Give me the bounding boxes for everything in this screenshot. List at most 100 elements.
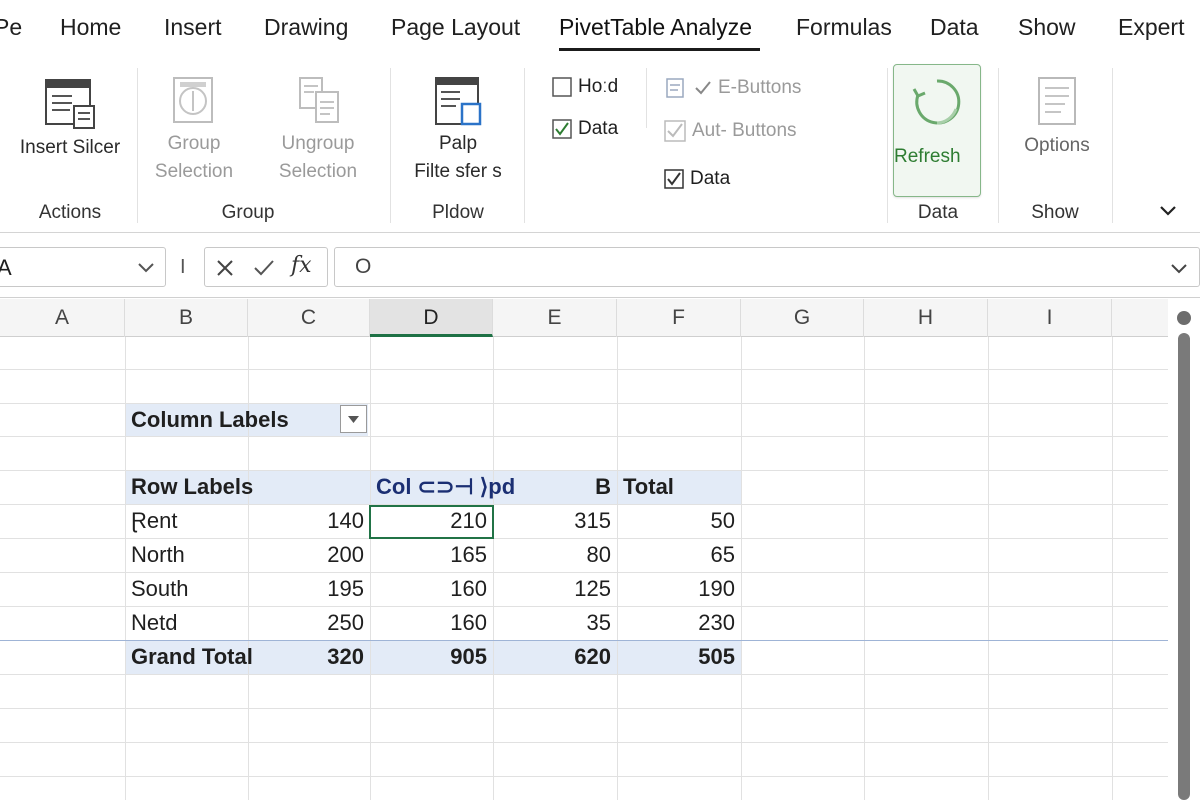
ungroup-selection-button[interactable]: Ungroup Selection xyxy=(266,74,370,186)
data-cell[interactable]: 140 xyxy=(248,504,370,537)
grand-total-cell[interactable]: 505 xyxy=(617,640,741,673)
checkbox-e-buttons[interactable]: E-Buttons xyxy=(664,76,801,100)
data-cell[interactable]: 165 xyxy=(370,538,493,571)
filter-pages-button[interactable]: Palp Filte sfer s xyxy=(400,74,516,186)
column-header-i[interactable]: I xyxy=(988,299,1112,337)
tab-expert[interactable]: Expert xyxy=(1118,14,1184,41)
column-header-c[interactable]: C xyxy=(248,299,370,337)
checkbox-data-bottom[interactable]: Data xyxy=(664,168,730,190)
group-separator xyxy=(646,68,647,128)
tab-page-layout[interactable]: Page Layout xyxy=(391,14,520,41)
data-cell[interactable]: 80 xyxy=(493,538,617,571)
row-label[interactable]: North xyxy=(125,538,248,571)
insert-function-icon[interactable]: fx xyxy=(291,253,312,278)
refresh-label: Refresh xyxy=(894,146,961,167)
enter-checkmark-icon[interactable] xyxy=(253,258,275,278)
insert-slicer-label: Insert Silcer xyxy=(19,137,121,158)
collapse-ribbon-button[interactable] xyxy=(1158,204,1178,223)
group-separator xyxy=(524,68,525,223)
tab-drawing[interactable]: Drawing xyxy=(264,14,348,41)
column-header-g[interactable]: G xyxy=(741,299,864,337)
data-cell[interactable]: 200 xyxy=(248,538,370,571)
group-selection-button[interactable]: Group Selection xyxy=(146,74,242,186)
ungroup-selection-icon xyxy=(299,77,339,123)
row-label[interactable]: Netd xyxy=(125,606,248,639)
chevron-down-icon[interactable] xyxy=(135,254,157,280)
column-header-h[interactable]: H xyxy=(864,299,988,337)
ungroup-selection-label-2: Selection xyxy=(278,161,358,182)
worksheet-grid[interactable]: A B C D E F G H I Column Labels Row Labe… xyxy=(0,299,1168,800)
checkbox-checked-icon xyxy=(664,120,686,142)
row-label[interactable]: Ɽent xyxy=(125,504,248,537)
checkbox-data-top-label: Data xyxy=(578,118,619,139)
checkmark-icon xyxy=(695,81,711,95)
data-cell[interactable]: 195 xyxy=(248,572,370,605)
tab-insert[interactable]: Insert xyxy=(164,14,222,41)
group-selection-icon xyxy=(173,77,213,123)
options-button[interactable]: Options xyxy=(1010,74,1104,160)
tab-formulas[interactable]: Formulas xyxy=(796,14,892,41)
checkbox-e-buttons-label: E-Buttons xyxy=(718,77,802,98)
column-header-b[interactable]: B xyxy=(125,299,248,337)
checkbox-empty-icon xyxy=(552,77,572,97)
checkbox-aut-buttons[interactable]: Aut- Buttons xyxy=(664,120,797,142)
tab-pivottable-analyze[interactable]: PivetTable Analyze xyxy=(559,14,752,41)
data-cell[interactable]: 65 xyxy=(617,538,741,571)
refresh-icon xyxy=(912,79,961,125)
data-cell[interactable]: 160 xyxy=(370,572,493,605)
tab-data[interactable]: Data xyxy=(930,14,979,41)
cancel-icon[interactable] xyxy=(215,258,235,278)
data-cell[interactable]: 230 xyxy=(617,606,741,639)
dropdown-arrow-icon xyxy=(348,416,359,423)
group-label-show: Show xyxy=(1031,202,1079,223)
column-header-b-value[interactable]: B xyxy=(493,470,617,503)
data-cell[interactable]: 35 xyxy=(493,606,617,639)
tab-file[interactable]: Pe xyxy=(0,14,22,41)
scrollbar-thumb[interactable] xyxy=(1178,333,1190,800)
checkbox-hold[interactable]: Hoːd xyxy=(552,76,618,98)
grand-total-cell[interactable]: 905 xyxy=(370,640,493,673)
formula-input[interactable]: O xyxy=(334,247,1200,287)
checkbox-data-bottom-label: Data xyxy=(690,168,731,189)
tab-home[interactable]: Home xyxy=(60,14,121,41)
vertical-scrollbar[interactable] xyxy=(1168,299,1200,800)
group-separator xyxy=(137,68,138,223)
ribbon: Insert Silcer Actions Group Selection Un… xyxy=(0,58,1200,233)
data-cell[interactable]: 190 xyxy=(617,572,741,605)
row-label[interactable]: South xyxy=(125,572,248,605)
checkbox-checked-icon xyxy=(552,119,572,139)
grand-total-cell[interactable]: 620 xyxy=(493,640,617,673)
group-separator xyxy=(390,68,391,223)
data-cell[interactable]: 250 xyxy=(248,606,370,639)
grand-total-cell[interactable]: 320 xyxy=(248,640,370,673)
scroll-up-button[interactable] xyxy=(1177,311,1191,325)
data-cell[interactable]: 315 xyxy=(493,504,617,537)
column-labels-cell[interactable]: Column Labels xyxy=(125,403,335,436)
active-cell-outline xyxy=(369,505,494,539)
row-labels-header[interactable]: Row Labels xyxy=(125,470,370,503)
checkbox-hold-label: Hoːd xyxy=(578,76,619,97)
data-cell[interactable]: 50 xyxy=(617,504,741,537)
name-box[interactable]: A xyxy=(0,247,166,287)
refresh-button[interactable]: Refresh xyxy=(893,64,981,197)
column-header-f[interactable]: F xyxy=(617,299,741,337)
column-header-total[interactable]: Total xyxy=(617,470,741,503)
column-header-e[interactable]: E xyxy=(493,299,617,337)
group-separator xyxy=(887,68,888,223)
slicer-icon xyxy=(45,79,95,129)
column-labels-filter-button[interactable] xyxy=(340,405,367,433)
tab-show[interactable]: Show xyxy=(1018,14,1076,41)
checkbox-data-top[interactable]: Data xyxy=(552,118,618,140)
group-selection-label-1: Group xyxy=(167,133,221,154)
column-header-d[interactable]: D xyxy=(370,299,493,337)
chevron-down-icon[interactable] xyxy=(1169,258,1189,278)
data-cell[interactable]: 125 xyxy=(493,572,617,605)
column-header-a[interactable]: A xyxy=(0,299,125,337)
options-icon xyxy=(1038,77,1076,125)
data-cell[interactable]: 160 xyxy=(370,606,493,639)
checkbox-aut-buttons-label: Aut- Buttons xyxy=(692,120,797,141)
filter-pages-label-1: Palp xyxy=(438,133,478,154)
chevron-down-icon xyxy=(1160,206,1176,216)
formula-content: O xyxy=(355,255,372,278)
insert-slicer-button[interactable]: Insert Silcer xyxy=(14,76,126,162)
